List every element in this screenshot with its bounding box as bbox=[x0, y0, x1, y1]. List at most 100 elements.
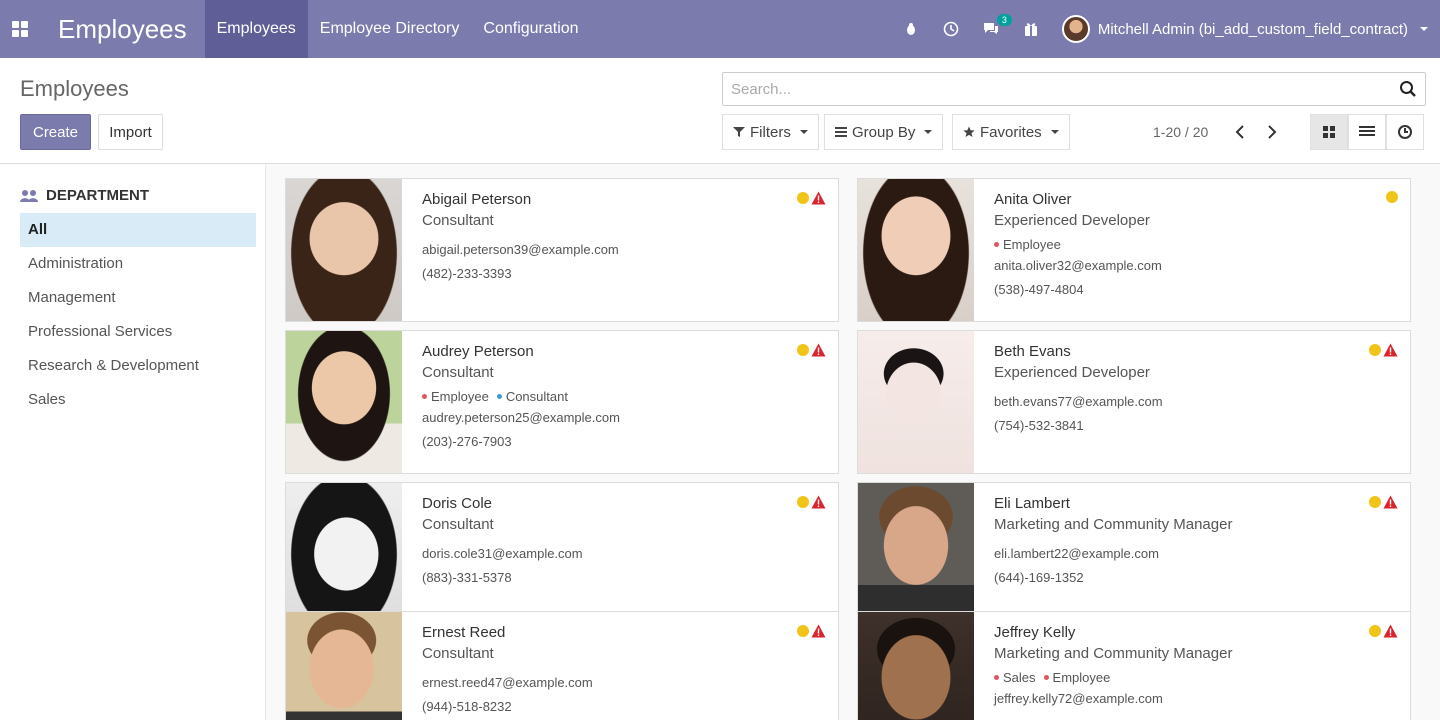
employee-card[interactable]: Beth Evans Experienced Developer beth.evan… bbox=[857, 330, 1411, 474]
employee-info: Audrey Peterson Consultant Employee Consult… bbox=[422, 341, 788, 449]
avatar bbox=[1061, 15, 1090, 43]
employee-phone: (482)-233-3393 bbox=[422, 266, 512, 281]
users-icon bbox=[20, 189, 38, 202]
sidebar-item-sales[interactable]: Sales bbox=[20, 383, 256, 417]
presence-status bbox=[1369, 624, 1398, 638]
tag-color-dot bbox=[496, 394, 502, 399]
presence-dot-icon bbox=[797, 625, 809, 637]
tag-label: Employee bbox=[431, 389, 489, 404]
app-title[interactable]: Employees bbox=[40, 0, 205, 58]
employee-name: Anita Oliver bbox=[994, 191, 1072, 208]
employee-info: Abigail Peterson Consultant abigail.peters… bbox=[422, 189, 788, 281]
warning-icon bbox=[811, 624, 826, 638]
menu-employee-directory[interactable]: Employee Directory bbox=[308, 0, 472, 58]
bug-icon[interactable] bbox=[902, 20, 920, 38]
menu-configuration[interactable]: Configuration bbox=[471, 0, 590, 58]
employee-job-title: Experienced Developer bbox=[994, 212, 1150, 229]
presence-status bbox=[1386, 191, 1398, 203]
warning-icon bbox=[1383, 624, 1398, 638]
favorites-label: Favorites bbox=[980, 123, 1042, 141]
gift-icon[interactable] bbox=[1022, 20, 1040, 38]
employee-name: Audrey Peterson bbox=[422, 343, 534, 360]
employee-tags: Employee bbox=[994, 237, 1360, 252]
employee-name: Abigail Peterson bbox=[422, 191, 532, 208]
employee-photo bbox=[858, 483, 974, 625]
employee-job-title: Marketing and Community Manager bbox=[994, 645, 1233, 662]
employee-name: Jeffrey Kelly bbox=[994, 624, 1076, 641]
tag-color-dot bbox=[1043, 675, 1049, 680]
tag-color-dot bbox=[994, 675, 999, 680]
activity-view-icon[interactable] bbox=[1386, 114, 1424, 150]
employee-card[interactable]: Anita Oliver Experienced Developer Employe… bbox=[857, 178, 1411, 322]
sidebar-item-management[interactable]: Management bbox=[20, 281, 256, 315]
favorites-button[interactable]: Favorites bbox=[952, 114, 1070, 150]
employee-photo bbox=[286, 331, 402, 473]
department-title: DEPARTMENT bbox=[46, 187, 150, 204]
sidebar-item-professional-services[interactable]: Professional Services bbox=[20, 315, 256, 349]
search-input[interactable] bbox=[723, 74, 1391, 104]
tag-label: Employee bbox=[1003, 237, 1061, 252]
groupby-button[interactable]: Group By bbox=[824, 114, 944, 150]
tag-label: Sales bbox=[1003, 670, 1036, 685]
list-view-icon[interactable] bbox=[1348, 114, 1386, 150]
presence-status bbox=[1369, 495, 1398, 509]
employee-card[interactable]: Eli Lambert Marketing and Community Manag… bbox=[857, 482, 1411, 626]
employee-card[interactable]: Ernest Reed Consultant ernest.reed47@examp… bbox=[285, 611, 839, 720]
user-menu[interactable]: Mitchell Admin (bi_add_custom_field_cont… bbox=[1061, 15, 1428, 43]
employee-job-title: Experienced Developer bbox=[994, 364, 1150, 381]
presence-dot-icon bbox=[1369, 496, 1381, 508]
employee-card[interactable]: Abigail Peterson Consultant abigail.peters… bbox=[285, 178, 839, 322]
pager-next-icon[interactable] bbox=[1258, 118, 1286, 146]
employee-name: Doris Cole bbox=[422, 495, 493, 512]
chat-icon[interactable]: 3 bbox=[982, 14, 1012, 38]
department-list: All Administration Management Profession… bbox=[20, 213, 256, 417]
employee-card[interactable]: Jeffrey Kelly Marketing and Community Man… bbox=[857, 611, 1411, 720]
breadcrumb: Employees bbox=[20, 76, 129, 101]
systray: 3 Mitchell Admin (bi_add_custom_field_co… bbox=[902, 0, 1428, 58]
filters-button[interactable]: Filters bbox=[722, 114, 819, 150]
employee-photo bbox=[858, 612, 974, 720]
top-menu: Employees Employee Directory Configurati… bbox=[204, 0, 591, 58]
pager-value[interactable]: 1-20 / 20 bbox=[1153, 124, 1208, 140]
tag-label: Employee bbox=[1052, 670, 1111, 685]
employee-job-title: Marketing and Community Manager bbox=[994, 516, 1233, 533]
presence-dot-icon bbox=[1386, 191, 1398, 203]
employee-tag: Sales bbox=[994, 670, 1036, 685]
sidebar-item-administration[interactable]: Administration bbox=[20, 247, 256, 281]
employee-card[interactable]: Audrey Peterson Consultant Employee Consult… bbox=[285, 330, 839, 474]
employee-phone: (203)-276-7903 bbox=[422, 434, 512, 449]
import-button[interactable]: Import bbox=[98, 114, 163, 150]
employee-email: eli.lambert22@example.com bbox=[994, 546, 1159, 561]
warning-icon bbox=[811, 495, 826, 509]
create-button[interactable]: Create bbox=[20, 114, 91, 150]
apps-menu-icon[interactable] bbox=[0, 0, 40, 58]
employee-phone: (944)-518-8232 bbox=[422, 699, 512, 714]
chevron-down-icon bbox=[924, 130, 933, 134]
sidebar-item-research-development[interactable]: Research & Development bbox=[20, 349, 256, 383]
employee-tag: Employee bbox=[994, 237, 1061, 252]
tag-label: Consultant bbox=[505, 389, 568, 404]
employee-name: Beth Evans bbox=[994, 343, 1071, 360]
pager-previous-icon[interactable] bbox=[1226, 118, 1254, 146]
employee-email: audrey.peterson25@example.com bbox=[422, 410, 620, 425]
user-name: Mitchell Admin (bi_add_custom_field_cont… bbox=[1097, 20, 1408, 38]
search-icon[interactable] bbox=[1391, 73, 1425, 105]
employee-photo bbox=[858, 331, 974, 473]
employee-email: beth.evans77@example.com bbox=[994, 394, 1163, 409]
employee-phone: (883)-331-5378 bbox=[422, 570, 512, 585]
filters-label: Filters bbox=[750, 123, 791, 141]
employee-info: Jeffrey Kelly Marketing and Community Man… bbox=[994, 622, 1360, 715]
warning-icon bbox=[811, 191, 826, 205]
employee-tag: Employee bbox=[422, 389, 489, 404]
employee-email: ernest.reed47@example.com bbox=[422, 675, 593, 690]
employee-job-title: Consultant bbox=[422, 516, 494, 533]
employee-job-title: Consultant bbox=[422, 212, 494, 229]
employee-photo bbox=[858, 179, 974, 321]
employee-phone: (754)-532-3841 bbox=[994, 418, 1084, 433]
kanban-view-icon[interactable] bbox=[1310, 114, 1348, 150]
employee-job-title: Consultant bbox=[422, 364, 494, 381]
activity-clock-icon[interactable] bbox=[942, 20, 960, 38]
employee-card[interactable]: Doris Cole Consultant doris.cole31@example… bbox=[285, 482, 839, 626]
sidebar-item-all[interactable]: All bbox=[20, 213, 256, 247]
menu-employees[interactable]: Employees bbox=[204, 0, 308, 58]
